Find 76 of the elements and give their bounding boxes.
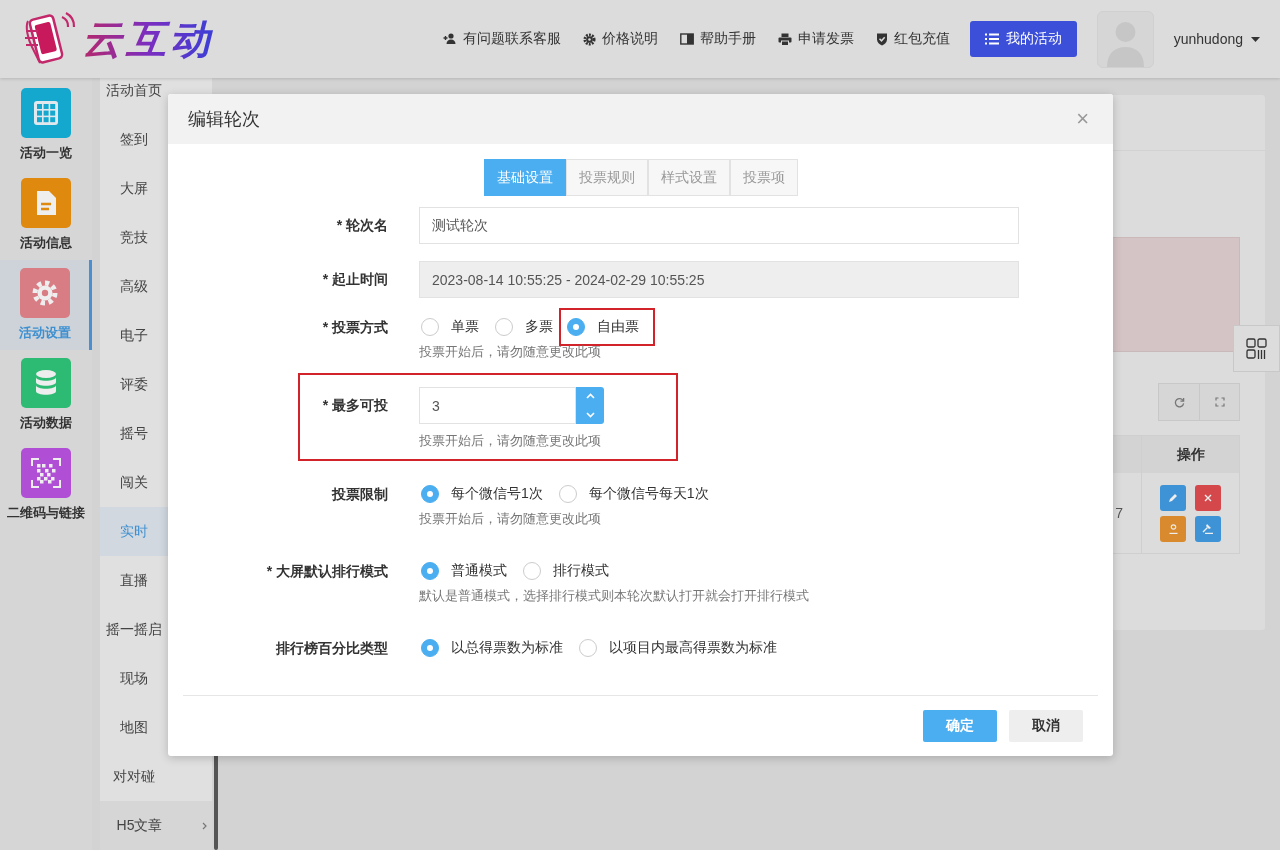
cancel-button[interactable]: 取消 [1009,710,1083,742]
radio-button[interactable] [495,318,513,336]
field-hint: 投票开始后，请勿随意更改此项 [419,343,602,361]
radio-label[interactable]: 以总得票数为标准 [451,639,563,657]
radio-button[interactable] [421,318,439,336]
radio-button[interactable] [421,562,439,580]
radio-button[interactable] [558,485,577,503]
radio-button[interactable] [579,639,597,657]
chevron-down-icon [585,411,595,418]
sidebar-item[interactable]: 二维码与链接 [0,440,92,530]
grid-bars-icon [1245,337,1268,360]
radio-label[interactable]: 多票 [525,318,553,336]
gavel-icon [1202,523,1214,534]
settings-icon [30,279,59,307]
user-menu[interactable]: yunhudong [1167,30,1266,48]
database-icon [34,369,58,397]
column-header: 操作 [1176,445,1205,464]
radio-button[interactable] [523,562,541,580]
radio-label[interactable]: 单票 [451,318,479,336]
number-field[interactable]: 3 [419,387,576,424]
header-link[interactable]: 价格说明 [582,30,658,48]
qr-panel-button[interactable] [1233,325,1280,372]
header-link[interactable]: 帮助手册 [679,30,756,48]
person-icon [1168,523,1178,534]
dialog-title: 编辑轮次 [188,108,260,131]
radio-button[interactable] [421,485,439,503]
radio-button[interactable] [421,639,439,657]
field-hint: 投票开始后，请勿随意更改此项 [419,510,602,528]
field-label: * 投票方式 [321,318,388,337]
pencil-icon [1168,492,1178,503]
book-icon [679,33,694,45]
field-label: * 大屏默认排行模式 [265,562,388,581]
header-link[interactable]: 申请发票 [777,30,854,48]
list-icon [984,33,999,45]
chevron-right-icon [202,821,208,830]
radio-label[interactable]: 每个微信号1次 [451,485,543,503]
my-activities-button[interactable]: 我的活动 [969,21,1077,57]
sidebar-item[interactable]: 活动数据 [0,350,92,440]
fullscreen-icon [1214,397,1225,407]
caret-down-icon [1251,36,1260,42]
user-button[interactable] [1160,515,1186,542]
field-label: * 起止时间 [321,270,388,289]
refresh-button[interactable] [1159,384,1199,420]
radio-label[interactable]: 排行模式 [553,562,609,580]
printer-icon [777,32,792,46]
radio-button[interactable] [567,318,585,336]
sub-menu-item[interactable]: H5文章 [100,801,212,850]
field-hint: 投票开始后，请勿随意更改此项 [419,432,602,450]
radio-label[interactable]: 每个微信号每天1次 [588,485,709,503]
field-label: 投票限制 [330,485,388,504]
header-link[interactable]: 红包充值 [875,30,950,48]
chevron-up-icon [585,393,595,400]
gear-icon [582,32,596,46]
text-field[interactable]: 测试轮次 [419,207,1019,244]
sidebar-item[interactable]: 活动一览 [0,80,92,170]
sidebar-item[interactable]: 活动信息 [0,170,92,260]
user-plus-icon [442,33,457,45]
qr-code-icon [31,458,61,488]
table-cell: 7 [1115,505,1123,521]
field-label: 排行榜百分比类型 [275,639,388,658]
document-icon [35,189,57,217]
radio-label[interactable]: 普通模式 [451,562,507,580]
field-label: * 最多可投 [321,396,388,415]
field-label: * 轮次名 [335,216,388,235]
grid-icon [33,100,59,126]
close-icon [1204,493,1212,502]
shield-check-icon [875,32,888,46]
fullscreen-button[interactable] [1199,384,1239,420]
field-hint: 默认是普通模式，选择排行模式则本轮次默认打开就会打开排行模式 [419,587,810,605]
delete-button[interactable] [1195,484,1221,511]
gavel-button[interactable] [1195,515,1221,542]
header-link[interactable]: 有问题联系客服 [442,30,561,48]
edit-button[interactable] [1160,484,1186,511]
sub-menu-item[interactable]: 对对碰 [100,752,212,801]
radio-label[interactable]: 以项目内最高得票数为标准 [609,639,777,657]
refresh-icon [1173,396,1185,408]
